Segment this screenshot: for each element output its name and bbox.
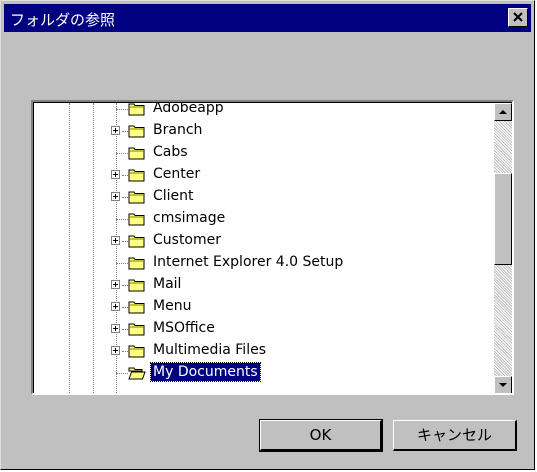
close-icon xyxy=(513,12,523,22)
tree-item-label: cmsimage xyxy=(153,210,226,226)
cancel-button[interactable]: キャンセル xyxy=(393,420,517,451)
tree-item[interactable]: Cabs xyxy=(34,142,494,164)
folder-icon xyxy=(128,235,145,248)
expand-plus-icon[interactable] xyxy=(111,346,120,355)
scroll-up-button[interactable] xyxy=(494,103,512,121)
tree-item[interactable]: Client xyxy=(34,186,494,208)
expand-plus-icon[interactable] xyxy=(111,324,120,333)
expand-plus-icon[interactable] xyxy=(111,280,120,289)
expand-plus-icon[interactable] xyxy=(111,126,120,135)
tree-item[interactable]: Multimedia Files xyxy=(34,340,494,362)
folder-tree[interactable]: Adobeapp Branch Cabs Center Client cmsimage Cu… xyxy=(31,100,514,395)
folder-icon xyxy=(128,345,145,358)
tree-item-label: Menu xyxy=(153,298,192,314)
tree-item-label: Adobeapp xyxy=(153,100,224,116)
tree-item-label: Center xyxy=(153,166,201,182)
tree-item-label: Internet Explorer 4.0 Setup xyxy=(153,254,344,270)
tree-item-label: Customer xyxy=(153,232,222,248)
open-folder-icon xyxy=(128,367,146,380)
tree-item[interactable]: Mail xyxy=(34,274,494,296)
tree-connector xyxy=(116,109,128,110)
arrow-up-icon xyxy=(499,110,507,114)
tree-item-label: Mail xyxy=(153,276,182,292)
tree-item-label: My Documents xyxy=(150,362,261,382)
folder-icon xyxy=(128,257,145,270)
folder-icon xyxy=(128,125,145,138)
tree-connector xyxy=(116,153,128,154)
title-bar[interactable]: フォルダの参照 xyxy=(4,4,531,32)
folder-icon xyxy=(128,147,145,160)
tree-item[interactable]: Customer xyxy=(34,230,494,252)
folder-icon xyxy=(128,191,145,204)
tree-items: Adobeapp Branch Cabs Center Client cmsimage Cu… xyxy=(34,100,494,393)
tree-item[interactable]: Adobeapp xyxy=(34,100,494,120)
tree-item-label: Branch xyxy=(153,122,203,138)
tree-item[interactable]: My Documents xyxy=(34,362,494,384)
folder-icon xyxy=(128,323,145,336)
tree-item[interactable]: Menu xyxy=(34,296,494,318)
arrow-down-icon xyxy=(499,383,507,387)
tree-item[interactable]: Center xyxy=(34,164,494,186)
scroll-thumb[interactable] xyxy=(494,173,512,265)
ok-button[interactable]: OK xyxy=(259,419,383,452)
close-button[interactable] xyxy=(508,8,528,27)
scroll-down-button[interactable] xyxy=(494,376,512,393)
tree-connector xyxy=(116,373,128,374)
tree-item[interactable]: Branch xyxy=(34,120,494,142)
tree-item-label: MSOffice xyxy=(153,320,215,336)
folder-icon xyxy=(128,169,145,182)
dialog-title: フォルダの参照 xyxy=(10,11,116,29)
folder-icon xyxy=(128,279,145,292)
folder-icon xyxy=(128,213,145,226)
expand-plus-icon[interactable] xyxy=(111,170,120,179)
tree-item[interactable]: MSOffice xyxy=(34,318,494,340)
tree-connector xyxy=(116,263,128,264)
expand-plus-icon[interactable] xyxy=(111,302,120,311)
tree-item-label: Multimedia Files xyxy=(153,342,266,358)
folder-browse-dialog: フォルダの参照 Adobeapp Branch Cabs Center Client cm… xyxy=(0,0,535,470)
tree-item[interactable]: Internet Explorer 4.0 Setup xyxy=(34,252,494,274)
expand-plus-icon[interactable] xyxy=(111,192,120,201)
vertical-scrollbar[interactable] xyxy=(494,103,512,393)
tree-item-label: Cabs xyxy=(153,144,188,160)
folder-icon xyxy=(128,103,145,116)
expand-plus-icon[interactable] xyxy=(111,236,120,245)
tree-item[interactable]: cmsimage xyxy=(34,208,494,230)
tree-connector xyxy=(116,219,128,220)
folder-icon xyxy=(128,301,145,314)
tree-item-label: Client xyxy=(153,188,194,204)
